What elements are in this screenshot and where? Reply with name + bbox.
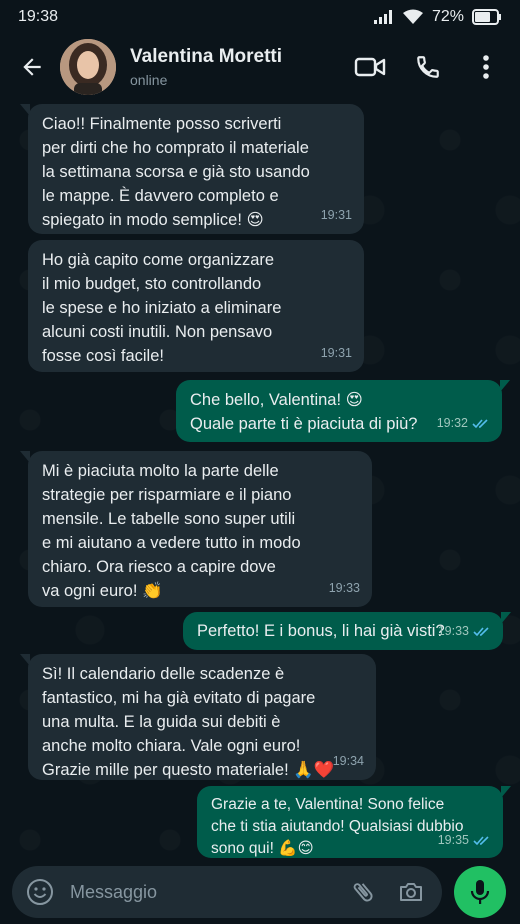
video-call-icon xyxy=(354,57,386,77)
contact-status: online xyxy=(130,72,168,88)
back-button[interactable] xyxy=(10,45,54,89)
message-bubble-outgoing[interactable]: Grazie a te, Valentina! Sono felice che … xyxy=(197,786,511,858)
bubble-tail xyxy=(20,654,30,666)
message-text: Ciao!! Finalmente posso scriverti per di… xyxy=(42,115,310,229)
more-options-button[interactable] xyxy=(464,45,508,89)
message-bubble-outgoing[interactable]: Perfetto! E i bonus, li hai già visti? 1… xyxy=(183,612,511,650)
message-composer: Messaggio xyxy=(0,858,520,924)
message-bubble-incoming[interactable]: Ho già capito come organizzare il mio bu… xyxy=(28,240,364,372)
message-placeholder: Messaggio xyxy=(70,881,158,902)
bubble-tail xyxy=(20,104,30,116)
attach-icon[interactable] xyxy=(350,879,376,905)
message-time: 19:32 xyxy=(436,416,468,430)
read-ticks-icon xyxy=(473,626,489,636)
message-text: Sì! Il calendario delle scadenze è fanta… xyxy=(42,665,335,779)
avatar-image xyxy=(60,39,116,95)
wifi-icon xyxy=(402,9,423,24)
message-meta: 19:32 xyxy=(437,411,490,435)
contact-name: Valentina Moretti xyxy=(130,46,283,67)
message-input[interactable]: Messaggio xyxy=(12,866,442,918)
message-time: 19:31 xyxy=(320,346,352,360)
emoji-icon[interactable] xyxy=(26,878,54,906)
battery-percent: 72% xyxy=(431,8,464,25)
status-time: 19:38 xyxy=(18,8,59,25)
read-ticks-icon xyxy=(473,835,489,845)
camera-icon[interactable] xyxy=(398,880,424,904)
microphone-icon xyxy=(470,880,490,904)
message-bubble-outgoing[interactable]: Che bello, Valentina! 😍 Quale parte ti è… xyxy=(176,380,510,442)
message-meta: 19:31 xyxy=(321,203,352,227)
status-icons: 72% xyxy=(373,8,502,26)
message-time: 19:33 xyxy=(437,624,469,638)
more-vert-icon xyxy=(483,55,489,79)
voice-message-button[interactable] xyxy=(454,866,506,918)
bubble-tail xyxy=(500,380,510,392)
message-time: 19:33 xyxy=(328,581,360,595)
message-bubble-incoming[interactable]: Sì! Il calendario delle scadenze è fanta… xyxy=(20,654,376,780)
phone-icon xyxy=(417,56,439,78)
status-bar: 19:38 72% xyxy=(0,0,520,34)
video-call-button[interactable] xyxy=(348,45,392,89)
message-bubble-incoming[interactable]: Mi è piaciuta molto la parte delle strat… xyxy=(20,451,372,607)
message-text: Mi è piaciuta molto la parte delle strat… xyxy=(42,462,301,600)
message-time: 19:34 xyxy=(332,754,364,768)
contact-info[interactable]: Valentina Moretti online xyxy=(130,46,348,88)
chat-header: Valentina Moretti online xyxy=(0,34,520,100)
message-text: Ho già capito come organizzare il mio bu… xyxy=(42,251,282,365)
bubble-tail xyxy=(501,786,511,798)
chat-area[interactable]: Ciao!! Finalmente posso scriverti per di… xyxy=(0,100,520,858)
message-meta: 19:33 xyxy=(329,576,360,600)
message-bubble-incoming[interactable]: Ciao!! Finalmente posso scriverti per di… xyxy=(20,104,364,234)
back-arrow-icon xyxy=(23,58,41,76)
read-ticks-icon xyxy=(472,418,488,428)
avatar[interactable] xyxy=(60,39,116,95)
message-time: 19:35 xyxy=(437,833,469,847)
bubble-tail xyxy=(20,451,30,463)
message-time: 19:31 xyxy=(320,208,352,222)
voice-call-button[interactable] xyxy=(406,45,450,89)
message-meta: 19:31 xyxy=(321,341,352,365)
message-meta: 19:34 xyxy=(333,749,364,773)
signal-icon xyxy=(373,10,392,24)
battery-icon xyxy=(472,9,501,25)
message-meta: 19:35 xyxy=(438,829,491,851)
message-meta: 19:33 xyxy=(438,619,491,643)
bubble-tail xyxy=(501,612,511,624)
